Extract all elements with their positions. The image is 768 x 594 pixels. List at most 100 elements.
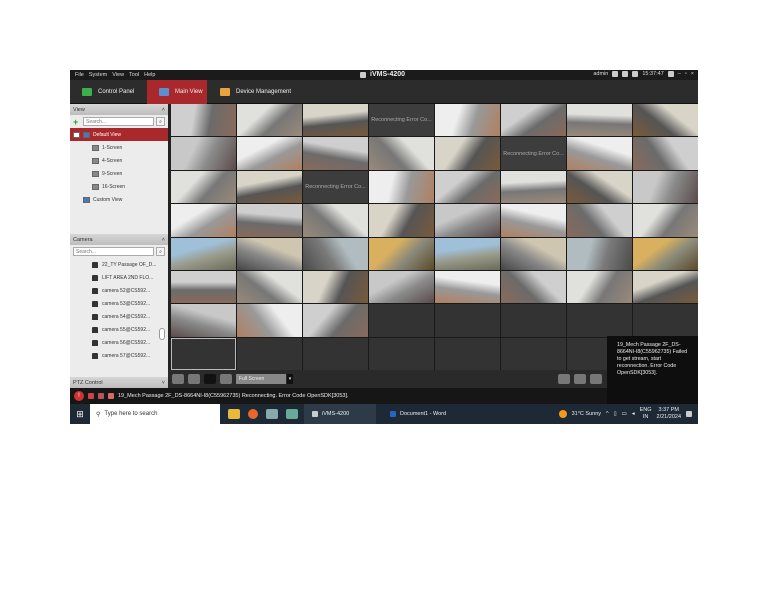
video-tile[interactable] — [303, 204, 368, 237]
battery-icon[interactable]: ▯ — [614, 411, 617, 417]
tree-default-view[interactable]: Default View — [70, 128, 168, 141]
video-tile[interactable] — [303, 270, 368, 304]
video-tile[interactable] — [501, 270, 566, 304]
video-tile[interactable] — [435, 270, 500, 304]
alarm-icon[interactable]: ! — [74, 391, 84, 401]
collapse-icon[interactable]: ˄ — [162, 107, 165, 113]
video-tile[interactable] — [171, 170, 236, 204]
video-tile[interactable] — [303, 304, 368, 337]
screen-mode-select[interactable]: Full Screen — [236, 374, 293, 384]
video-tile-reconnecting[interactable]: Reconnecting Error Co... — [501, 137, 566, 170]
video-tile[interactable] — [369, 237, 434, 270]
app-icon[interactable] — [286, 409, 298, 419]
windows-start-icon[interactable]: ⊞ — [70, 409, 90, 420]
video-tile[interactable] — [171, 204, 236, 237]
camera-search-input[interactable] — [73, 247, 154, 256]
video-tile[interactable] — [633, 204, 698, 237]
video-tile[interactable] — [237, 304, 302, 337]
weather-text[interactable]: 31°C Sunny — [572, 411, 601, 417]
video-tile[interactable] — [435, 170, 500, 204]
video-tile[interactable] — [303, 104, 368, 137]
view-search-input[interactable] — [83, 117, 154, 126]
stop-all-icon[interactable] — [204, 374, 216, 384]
monitor-icon[interactable] — [622, 71, 629, 77]
alarm-event-icon[interactable] — [88, 393, 94, 399]
camera-list-item[interactable]: camera 54@CS592... — [70, 310, 168, 323]
video-tile-empty[interactable] — [501, 304, 566, 337]
video-tile-empty[interactable] — [369, 337, 434, 370]
video-tile[interactable] — [567, 137, 632, 170]
video-tile[interactable] — [633, 137, 698, 170]
next-icon[interactable] — [590, 374, 602, 384]
volume-icon[interactable]: ◂ — [632, 411, 635, 417]
minimize-button[interactable]: – — [678, 71, 681, 77]
video-tile-empty[interactable] — [633, 304, 698, 337]
video-tile[interactable] — [369, 170, 434, 204]
video-tile[interactable] — [567, 170, 632, 204]
refresh-icon[interactable] — [558, 374, 570, 384]
camera-list-item[interactable]: camera 56@CS592... — [70, 336, 168, 349]
add-icon[interactable]: + — [73, 117, 81, 126]
taskbar-search[interactable]: ⚲ Type here to search — [90, 404, 220, 424]
video-tile[interactable] — [501, 204, 566, 237]
tray-chevron-icon[interactable]: ^ — [606, 411, 609, 417]
video-tile-empty[interactable] — [501, 337, 566, 370]
tree-custom-view[interactable]: Custom View — [70, 193, 168, 206]
video-tile[interactable] — [435, 237, 500, 270]
previous-icon[interactable] — [574, 374, 586, 384]
camera-list-item[interactable]: LIFT AREA 2ND FLO... — [70, 271, 168, 284]
close-button[interactable]: × — [691, 71, 694, 77]
video-tile-empty[interactable] — [237, 337, 302, 370]
video-tile[interactable] — [501, 237, 566, 270]
camera-list-item[interactable]: camera 52@CS592... — [70, 284, 168, 297]
video-tile-empty[interactable] — [369, 304, 434, 337]
video-tile[interactable] — [237, 204, 302, 237]
video-tile[interactable] — [237, 170, 302, 204]
video-tile-empty[interactable] — [303, 337, 368, 370]
video-tile[interactable] — [435, 204, 500, 237]
app-icon[interactable] — [266, 409, 278, 419]
video-tile[interactable] — [171, 304, 236, 337]
firefox-icon[interactable] — [248, 409, 258, 419]
ptz-control-header[interactable]: PTZ Control ˅ — [70, 377, 168, 388]
tree-9-screen[interactable]: 9-Screen — [70, 167, 168, 180]
tree-4-screen[interactable]: 4-Screen — [70, 154, 168, 167]
tab-main-view[interactable]: Main View — [147, 80, 207, 104]
file-explorer-icon[interactable] — [228, 409, 240, 419]
video-tile[interactable] — [633, 170, 698, 204]
video-tile-empty[interactable] — [171, 337, 236, 370]
video-tile[interactable] — [567, 270, 632, 304]
globe-icon[interactable] — [612, 71, 619, 77]
camera-list-item[interactable]: camera 53@CS592... — [70, 297, 168, 310]
video-tile[interactable] — [633, 104, 698, 137]
camera-list-item[interactable]: 22_TY Passage OF_D... — [70, 258, 168, 271]
notification-icon[interactable] — [686, 411, 692, 417]
view-panel-header[interactable]: View ˄ — [70, 104, 168, 115]
video-tile[interactable] — [633, 237, 698, 270]
video-tile[interactable] — [171, 104, 236, 137]
weather-icon[interactable] — [558, 410, 567, 418]
video-tile[interactable] — [369, 204, 434, 237]
menu-view[interactable]: View — [112, 72, 124, 78]
camera-list-scrollbar[interactable] — [159, 328, 165, 340]
save-view-icon[interactable] — [172, 374, 184, 384]
video-tile[interactable] — [501, 170, 566, 204]
task-ivms[interactable]: iVMS-4200 — [304, 404, 376, 424]
video-tile[interactable] — [567, 237, 632, 270]
camera-list-item[interactable]: camera 57@CS592... — [70, 349, 168, 362]
video-tile[interactable] — [369, 137, 434, 170]
video-tile-reconnecting[interactable]: Reconnecting Error Co... — [369, 104, 434, 137]
grid-icon[interactable] — [632, 71, 639, 77]
video-tile[interactable] — [567, 204, 632, 237]
video-tile[interactable] — [501, 104, 566, 137]
video-tile[interactable] — [237, 237, 302, 270]
video-tile[interactable] — [303, 137, 368, 170]
video-tile[interactable] — [633, 270, 698, 304]
video-tile-empty[interactable] — [435, 337, 500, 370]
video-tile[interactable] — [237, 137, 302, 170]
volume-icon[interactable] — [220, 374, 232, 384]
expand-icon[interactable] — [73, 131, 80, 138]
expand-icon[interactable]: ˅ — [162, 380, 165, 386]
video-tile[interactable] — [369, 270, 434, 304]
window-layout-icon[interactable] — [188, 374, 200, 384]
